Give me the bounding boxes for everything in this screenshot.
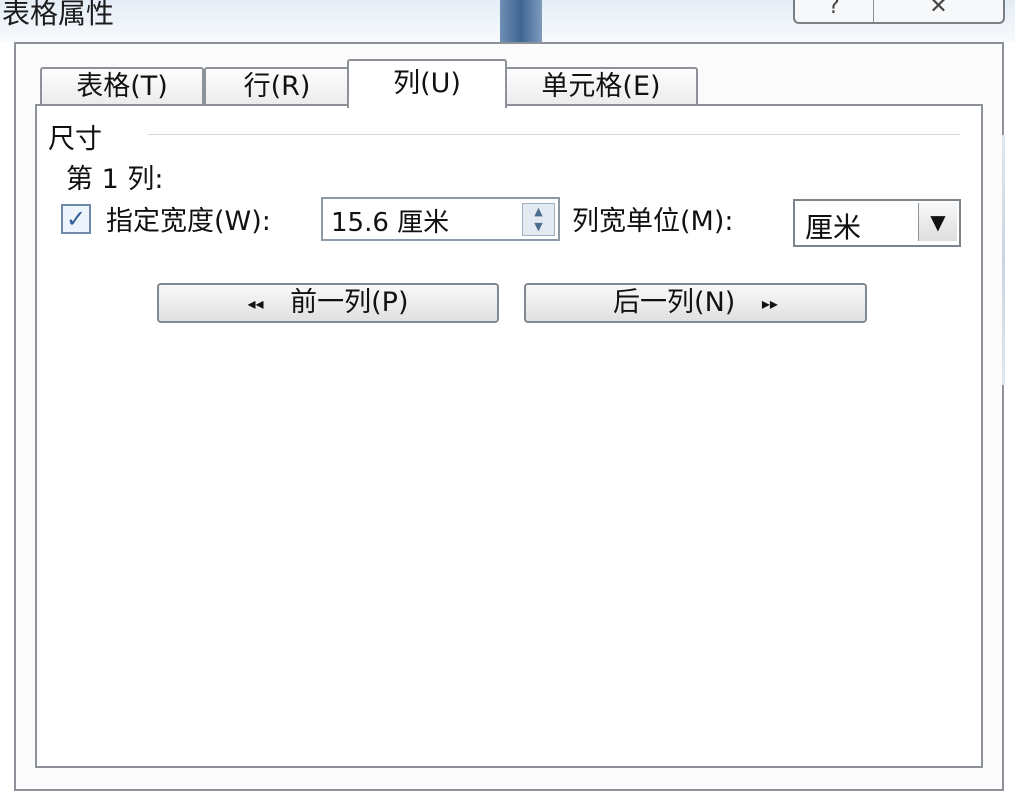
tab-table-label: 表格(T) — [76, 71, 168, 102]
tab-cell-label: 单元格(E) — [541, 71, 661, 102]
size-group-label: 尺寸 — [48, 124, 102, 155]
window-edge-accent — [500, 0, 542, 42]
double-left-arrow-icon: ◂◂ — [247, 293, 264, 313]
tab-row[interactable]: 行(R) — [204, 67, 350, 106]
previous-column-button[interactable]: ◂◂ 前一列(P) — [157, 283, 499, 323]
specify-width-label: 指定宽度(W): — [106, 206, 271, 237]
previous-column-label: 前一列(P) — [290, 287, 409, 318]
current-column-label: 第 1 列: — [66, 164, 164, 195]
size-group-divider — [148, 134, 960, 135]
tab-row-label: 行(R) — [243, 71, 311, 102]
window-controls: ? ✕ — [793, 0, 1005, 24]
tab-cell[interactable]: 单元格(E) — [504, 67, 698, 106]
column-width-value: 15.6 厘米 — [331, 208, 450, 238]
width-spinner[interactable]: ▲ ▼ — [522, 203, 555, 236]
close-icon: ✕ — [929, 0, 948, 19]
width-unit-select[interactable]: 厘米 ▼ — [793, 199, 961, 247]
double-right-arrow-icon: ▸▸ — [761, 293, 778, 313]
chevron-down-icon[interactable]: ▼ — [918, 203, 957, 241]
tab-table[interactable]: 表格(T) — [40, 67, 204, 106]
tab-column[interactable]: 列(U) — [347, 59, 507, 108]
dialog-title: 表格属性 — [2, 0, 115, 30]
checkmark-icon: ✓ — [65, 205, 87, 233]
help-icon: ? — [828, 0, 840, 19]
width-unit-label: 列宽单位(M): — [572, 206, 734, 237]
tab-column-label: 列(U) — [393, 68, 461, 99]
next-column-label: 后一列(N) — [613, 287, 736, 318]
spin-down-icon[interactable]: ▼ — [523, 219, 554, 234]
width-unit-value: 厘米 — [805, 211, 862, 244]
window-edge-highlight — [1002, 135, 1005, 385]
next-column-button[interactable]: 后一列(N) ▸▸ — [524, 283, 867, 323]
column-width-input[interactable]: 15.6 厘米 ▲ ▼ — [321, 197, 560, 241]
specify-width-checkbox[interactable]: ✓ — [61, 204, 91, 234]
help-button[interactable]: ? — [795, 0, 874, 22]
spin-up-icon[interactable]: ▲ — [523, 204, 554, 219]
close-button[interactable]: ✕ — [874, 0, 1003, 22]
